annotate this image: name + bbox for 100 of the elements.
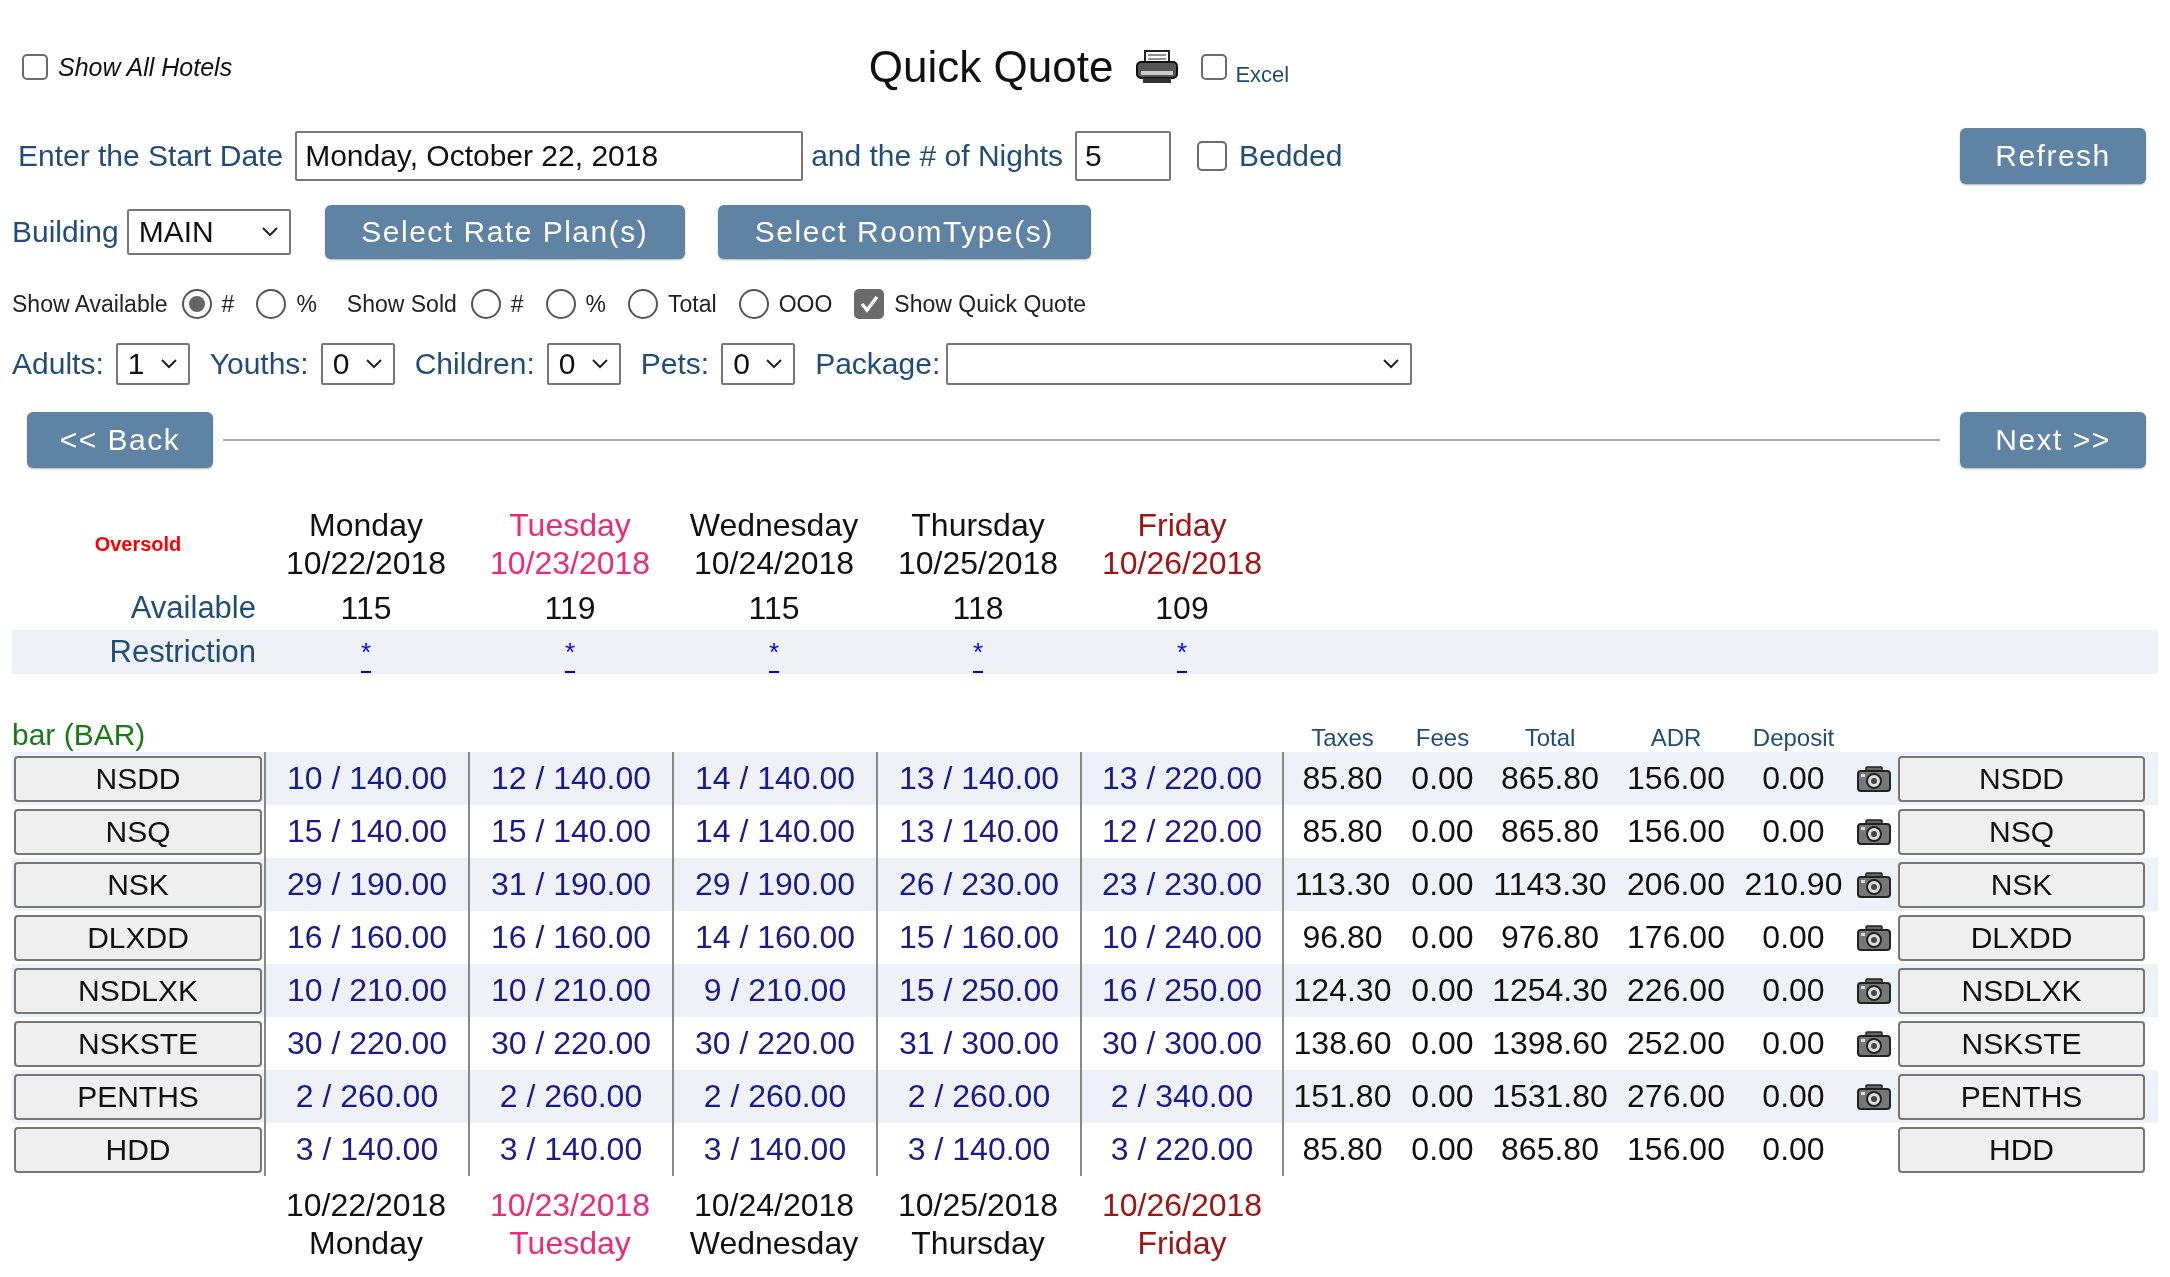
- checkbox[interactable]: [22, 54, 48, 80]
- room-type-button[interactable]: HDD: [1898, 1126, 2145, 1173]
- room-type-button[interactable]: NSQ: [14, 808, 262, 855]
- rate-cell[interactable]: 2 / 340.00: [1110, 1078, 1254, 1115]
- rate-cell[interactable]: 16 / 250.00: [1101, 972, 1263, 1009]
- radio-button[interactable]: [256, 289, 287, 319]
- building-select[interactable]: MAIN: [126, 209, 291, 255]
- rate-plan-label: bar (BAR): [12, 718, 147, 752]
- radio-button[interactable]: [738, 289, 769, 319]
- field-label: Children:: [414, 347, 535, 381]
- rate-cell[interactable]: 2 / 260.00: [499, 1078, 643, 1115]
- room-type-button[interactable]: NSKSTE: [1898, 1020, 2145, 1067]
- restriction-link[interactable]: *: [972, 636, 984, 668]
- select-button[interactable]: Select RoomType(s): [717, 205, 1091, 259]
- date-field[interactable]: Monday, October 22, 2018: [295, 131, 804, 181]
- rate-cell[interactable]: 15 / 140.00: [490, 813, 652, 850]
- rate-cell[interactable]: 12 / 220.00: [1101, 813, 1263, 850]
- room-type-button[interactable]: NSKSTE: [14, 1020, 262, 1067]
- rate-cell[interactable]: 12 / 140.00: [490, 760, 652, 797]
- package-select[interactable]: [946, 343, 1413, 385]
- camera-icon[interactable]: [1856, 977, 1891, 1004]
- camera-icon[interactable]: [1856, 1083, 1891, 1110]
- room-type-button[interactable]: NSK: [14, 861, 262, 908]
- rate-cell[interactable]: 10 / 210.00: [490, 972, 652, 1009]
- rate-cell[interactable]: 13 / 220.00: [1101, 760, 1263, 797]
- printer-icon[interactable]: [1135, 49, 1180, 85]
- rate-cell[interactable]: 2 / 260.00: [907, 1078, 1051, 1115]
- camera-icon[interactable]: [1856, 924, 1891, 951]
- rate-cell[interactable]: 29 / 190.00: [694, 866, 856, 903]
- restriction-link[interactable]: *: [1176, 636, 1188, 668]
- rate-cell[interactable]: 3 / 140.00: [499, 1131, 643, 1168]
- rate-cell[interactable]: 30 / 220.00: [694, 1025, 856, 1062]
- rate-cell[interactable]: 10 / 210.00: [286, 972, 448, 1009]
- checkbox[interactable]: [854, 289, 885, 319]
- rate-cell[interactable]: 30 / 220.00: [490, 1025, 652, 1062]
- weekday-label: Friday: [1136, 1224, 1228, 1262]
- checkbox[interactable]: [1197, 141, 1227, 171]
- camera-icon[interactable]: [1856, 765, 1891, 792]
- rate-cell[interactable]: 2 / 260.00: [703, 1078, 847, 1115]
- restriction-link[interactable]: *: [360, 636, 372, 668]
- radio-button[interactable]: [181, 289, 212, 319]
- radio-button[interactable]: [470, 289, 501, 319]
- rate-cell[interactable]: 3 / 140.00: [907, 1131, 1051, 1168]
- radio-button[interactable]: [628, 289, 659, 319]
- rate-cell[interactable]: 10 / 240.00: [1101, 919, 1263, 956]
- rate-cell[interactable]: 3 / 220.00: [1110, 1131, 1254, 1168]
- rate-cell[interactable]: 14 / 140.00: [694, 813, 856, 850]
- page-title: Quick Quote: [868, 42, 1114, 92]
- number-select[interactable]: 0: [320, 343, 395, 385]
- rate-cell[interactable]: 2 / 260.00: [295, 1078, 439, 1115]
- room-type-button[interactable]: HDD: [14, 1126, 262, 1173]
- rate-cell[interactable]: 26 / 230.00: [898, 866, 1060, 903]
- rate-cell[interactable]: 14 / 140.00: [694, 760, 856, 797]
- room-type-button[interactable]: NSK: [1898, 861, 2145, 908]
- rate-cell[interactable]: 31 / 300.00: [898, 1025, 1060, 1062]
- room-type-button[interactable]: NSQ: [1898, 808, 2145, 855]
- rate-cell[interactable]: 3 / 140.00: [295, 1131, 439, 1168]
- camera-icon[interactable]: [1856, 871, 1891, 898]
- room-type-button[interactable]: DLXDD: [1898, 914, 2145, 961]
- rate-cell[interactable]: 30 / 220.00: [286, 1025, 448, 1062]
- nights-field[interactable]: 5: [1075, 131, 1171, 181]
- room-type-button[interactable]: NSDLXK: [1898, 967, 2145, 1014]
- rate-cell[interactable]: 13 / 140.00: [898, 813, 1060, 850]
- refresh-button[interactable]: Refresh: [1960, 128, 2146, 184]
- rate-cell[interactable]: 10 / 140.00: [286, 760, 448, 797]
- rate-cell[interactable]: 13 / 140.00: [898, 760, 1060, 797]
- rate-cell[interactable]: 9 / 210.00: [703, 972, 847, 1009]
- room-type-button[interactable]: DLXDD: [14, 914, 262, 961]
- room-type-button[interactable]: NSDLXK: [14, 967, 262, 1014]
- rate-cell[interactable]: 30 / 300.00: [1101, 1025, 1263, 1062]
- rate-cell[interactable]: 14 / 160.00: [694, 919, 856, 956]
- rate-cell[interactable]: 15 / 160.00: [898, 919, 1060, 956]
- rate-cell[interactable]: 31 / 190.00: [490, 866, 652, 903]
- rate-cell[interactable]: 15 / 250.00: [898, 972, 1060, 1009]
- row-label: Restriction: [109, 634, 257, 670]
- room-type-button[interactable]: PENTHS: [14, 1073, 262, 1120]
- room-type-button[interactable]: PENTHS: [1898, 1073, 2145, 1120]
- rate-cell[interactable]: 16 / 160.00: [490, 919, 652, 956]
- number-select[interactable]: 0: [546, 343, 621, 385]
- back-button[interactable]: << Back: [27, 412, 213, 468]
- room-type-button[interactable]: NSDD: [1898, 755, 2145, 802]
- date-label: 10/26/2018: [1100, 544, 1264, 582]
- rate-cell[interactable]: 23 / 230.00: [1101, 866, 1263, 903]
- select-button[interactable]: Select Rate Plan(s): [324, 205, 685, 259]
- restriction-link[interactable]: *: [768, 636, 780, 668]
- rate-cell[interactable]: 16 / 160.00: [286, 919, 448, 956]
- rate-cell[interactable]: 29 / 190.00: [286, 866, 448, 903]
- checkbox[interactable]: [1201, 54, 1228, 80]
- rate-cell[interactable]: 15 / 140.00: [286, 813, 448, 850]
- number-select[interactable]: 1: [115, 343, 190, 385]
- radio-button[interactable]: [545, 289, 576, 319]
- restriction-link[interactable]: *: [564, 636, 576, 668]
- number-select[interactable]: 0: [721, 343, 796, 385]
- available-count: 119: [543, 589, 597, 627]
- camera-icon[interactable]: [1856, 1030, 1891, 1057]
- room-type-button[interactable]: NSDD: [14, 755, 262, 802]
- camera-icon[interactable]: [1856, 818, 1891, 845]
- weekday-label: Friday: [1136, 506, 1228, 544]
- next-button[interactable]: Next >>: [1960, 412, 2146, 468]
- rate-cell[interactable]: 3 / 140.00: [703, 1131, 847, 1168]
